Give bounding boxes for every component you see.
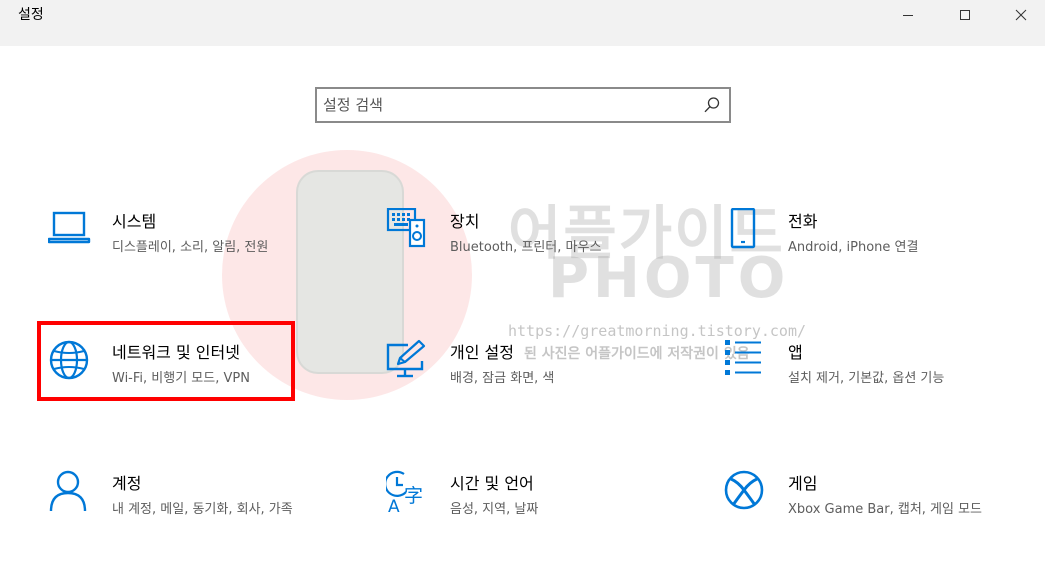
maximize-button[interactable] bbox=[942, 0, 988, 30]
search-box[interactable] bbox=[315, 87, 731, 123]
category-name: 계정 bbox=[112, 474, 142, 493]
category-system[interactable]: 시스템 디스플레이, 소리, 알림, 전원 bbox=[48, 208, 348, 308]
category-apps[interactable]: 앱 설치 제거, 기본값, 옵션 기능 bbox=[724, 339, 1024, 439]
search-input[interactable] bbox=[323, 89, 693, 121]
devices-icon bbox=[386, 208, 426, 248]
minimize-button[interactable] bbox=[885, 0, 931, 30]
window-title: 설정 bbox=[18, 7, 44, 23]
category-personalization[interactable]: 개인 설정 배경, 잠금 화면, 색 bbox=[386, 339, 686, 439]
category-description: 설치 제거, 기본값, 옵션 기능 bbox=[788, 371, 945, 386]
category-name: 네트워크 및 인터넷 bbox=[112, 343, 240, 362]
phone-icon bbox=[730, 208, 756, 249]
maximize-icon bbox=[960, 10, 970, 20]
category-description: Xbox Game Bar, 캡처, 게임 모드 bbox=[788, 502, 983, 517]
personalization-icon bbox=[386, 339, 426, 378]
laptop-icon bbox=[48, 211, 91, 244]
category-name: 전화 bbox=[788, 212, 818, 231]
category-time-language[interactable]: A 字 시간 및 언어 음성, 지역, 날짜 bbox=[386, 470, 686, 570]
category-accounts[interactable]: 계정 내 계정, 메일, 동기화, 회사, 가족 bbox=[48, 470, 348, 570]
time-language-icon: A 字 bbox=[386, 470, 423, 517]
category-name: 장치 bbox=[450, 212, 480, 231]
category-phone[interactable]: 전화 Android, iPhone 연결 bbox=[724, 208, 1024, 308]
minimize-icon bbox=[903, 15, 913, 16]
svg-text:字: 字 bbox=[404, 485, 423, 507]
globe-icon bbox=[49, 340, 89, 380]
category-description: Android, iPhone 연결 bbox=[788, 240, 919, 255]
category-name: 시간 및 언어 bbox=[450, 474, 534, 493]
category-gaming[interactable]: 게임 Xbox Game Bar, 캡처, 게임 모드 bbox=[724, 470, 1024, 570]
category-description: Bluetooth, 프린터, 마우스 bbox=[450, 240, 602, 255]
category-description: 내 계정, 메일, 동기화, 회사, 가족 bbox=[112, 502, 293, 517]
category-description: 디스플레이, 소리, 알림, 전원 bbox=[112, 240, 269, 255]
category-name: 게임 bbox=[788, 474, 818, 493]
category-network-internet[interactable]: 네트워크 및 인터넷 Wi-Fi, 비행기 모드, VPN bbox=[48, 339, 348, 439]
watermark-url: https://greatmorning.tistory.com/ bbox=[508, 322, 807, 340]
svg-text:A: A bbox=[388, 497, 400, 517]
category-name: 개인 설정 bbox=[450, 343, 514, 362]
category-devices[interactable]: 장치 Bluetooth, 프린터, 마우스 bbox=[386, 208, 686, 308]
category-description: 음성, 지역, 날짜 bbox=[450, 502, 539, 517]
category-description: Wi-Fi, 비행기 모드, VPN bbox=[112, 371, 250, 386]
close-button[interactable] bbox=[998, 0, 1044, 30]
account-icon bbox=[49, 470, 87, 512]
xbox-icon bbox=[724, 470, 764, 510]
category-name: 앱 bbox=[788, 343, 803, 362]
category-description: 배경, 잠금 화면, 색 bbox=[450, 371, 555, 386]
close-icon bbox=[1015, 9, 1027, 21]
search-icon[interactable] bbox=[703, 96, 721, 114]
settings-home: 어플가이드 PHOTO https://greatmorning.tistory… bbox=[0, 46, 1045, 547]
category-name: 시스템 bbox=[112, 212, 157, 231]
title-bar: 설정 bbox=[0, 0, 1045, 46]
apps-icon bbox=[725, 340, 761, 375]
